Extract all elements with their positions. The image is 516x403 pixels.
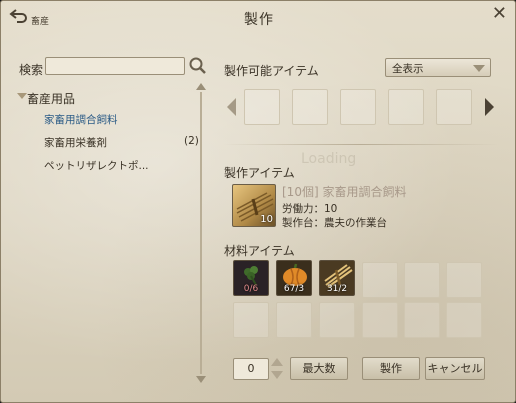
chevron-down-icon — [473, 65, 485, 72]
materials-heading: 材料アイテム — [224, 244, 295, 258]
product-quantity: 10 — [260, 214, 273, 225]
product-name: [10個] 家畜用調合飼料 — [282, 185, 407, 199]
pumpkin-icon[interactable]: 67/3 — [276, 260, 312, 296]
scroll-down-icon[interactable] — [196, 376, 206, 383]
crafting-window: 畜産 製作 ✕ 検索 畜産用品 家畜用調合飼料 家畜用栄養剤 (2) ペットリザ… — [0, 0, 516, 403]
material-slot[interactable] — [404, 262, 440, 298]
material-slot[interactable] — [362, 302, 398, 338]
craft-button[interactable]: 製作 — [362, 357, 420, 380]
material-slot[interactable] — [404, 302, 440, 338]
cancel-button[interactable]: キャンセル — [425, 357, 485, 380]
material-count: 0/6 — [243, 284, 259, 294]
filter-value: 全表示 — [392, 63, 424, 75]
filter-dropdown[interactable]: 全表示 — [385, 58, 491, 77]
material-slot[interactable] — [276, 302, 312, 338]
material-count: 67/3 — [283, 284, 305, 294]
close-icon[interactable]: ✕ — [492, 4, 507, 24]
material-count: 31/2 — [326, 284, 348, 294]
carousel-prev-icon[interactable] — [227, 98, 236, 116]
craftable-heading: 製作可能アイテム — [224, 64, 319, 78]
quantity-input[interactable]: 0 — [233, 358, 269, 380]
category-group[interactable]: 畜産用品 — [27, 90, 75, 107]
collapse-arrow-icon[interactable] — [17, 93, 27, 99]
search-input[interactable] — [45, 57, 185, 75]
category-item[interactable]: ペットリザレクトポ... — [44, 158, 149, 173]
section-divider — [223, 144, 499, 145]
craftable-slot[interactable] — [436, 89, 472, 125]
product-labor: 労働力：10 — [282, 203, 338, 215]
scroll-track[interactable] — [200, 92, 202, 374]
search-label: 検索 — [19, 63, 44, 77]
material-slot[interactable] — [233, 302, 269, 338]
craftable-slot[interactable] — [340, 89, 376, 125]
category-item[interactable]: 家畜用栄養剤 — [44, 135, 107, 150]
max-button[interactable]: 最大数 — [290, 357, 348, 380]
title-bar: 畜産 製作 ✕ — [1, 1, 515, 35]
list-scrollbar[interactable] — [196, 83, 206, 383]
hay-bundle-icon[interactable]: 10 — [232, 184, 276, 227]
category-list: 畜産用品 家畜用調合飼料 家畜用栄養剤 (2) ペットリザレクトポ... — [17, 85, 199, 385]
product-workbench: 製作台：農夫の作業台 — [282, 217, 387, 229]
material-slot[interactable] — [446, 302, 482, 338]
loading-watermark: Loading — [301, 151, 357, 167]
window-title: 製作 — [244, 12, 274, 28]
quantity-stepper[interactable] — [269, 356, 285, 382]
category-item[interactable]: 家畜用調合飼料 — [44, 112, 118, 127]
material-slot[interactable] — [446, 262, 482, 298]
clover-icon[interactable]: 0/6 — [233, 260, 269, 296]
search-icon[interactable] — [188, 56, 208, 76]
craftable-slot[interactable] — [292, 89, 328, 125]
wheat-bundle-icon[interactable]: 31/2 — [319, 260, 355, 296]
craftable-slot[interactable] — [388, 89, 424, 125]
material-slot[interactable] — [362, 262, 398, 298]
scroll-up-icon[interactable] — [196, 83, 206, 90]
stepper-down-icon[interactable] — [271, 371, 283, 379]
carousel-next-icon[interactable] — [485, 98, 494, 116]
product-heading: 製作アイテム — [224, 166, 295, 180]
stepper-up-icon[interactable] — [271, 358, 283, 366]
craftable-slot[interactable] — [244, 89, 280, 125]
material-slot[interactable] — [319, 302, 355, 338]
